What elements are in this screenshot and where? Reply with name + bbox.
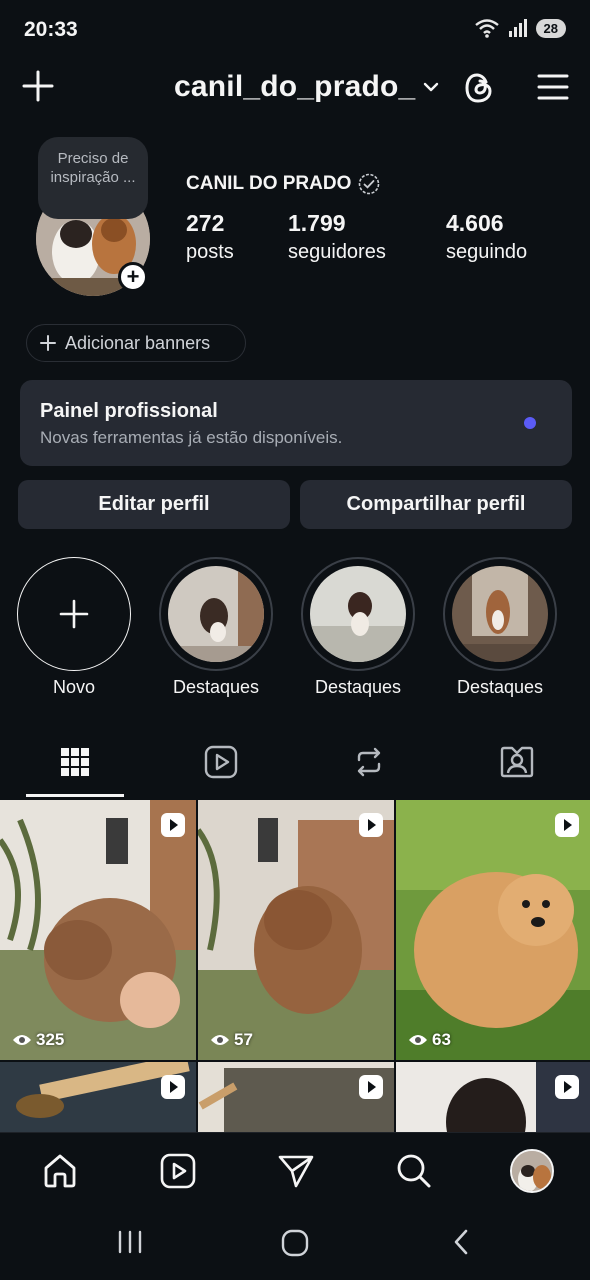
nav-reels[interactable] [156, 1149, 200, 1193]
tab-reposts[interactable] [320, 730, 418, 794]
highlight-thumbnail [168, 566, 264, 662]
eye-icon [13, 1035, 31, 1045]
view-count-text: 325 [36, 1030, 65, 1049]
profile-note-bubble[interactable]: Preciso de inspiração ... [38, 137, 148, 219]
signal-icon [508, 19, 527, 37]
grid-post[interactable]: 63 [396, 800, 590, 1060]
nav-direct[interactable] [274, 1149, 318, 1193]
tab-reels[interactable] [172, 730, 270, 794]
profile-display-name: CANIL DO PRADO [186, 172, 381, 196]
status-time: 20:33 [24, 18, 78, 41]
reel-badge-icon [161, 1075, 185, 1099]
highlight-ring[interactable] [159, 557, 273, 671]
stat-label: seguidores [288, 241, 386, 263]
highlight-thumbnail [452, 566, 548, 662]
eye-icon [211, 1035, 229, 1045]
highlight-ring[interactable] [301, 557, 415, 671]
grid-post[interactable] [0, 1062, 196, 1132]
view-count-text: 63 [432, 1030, 451, 1049]
new-highlight-circle[interactable] [17, 557, 131, 671]
highlight-label: Novo [52, 677, 96, 697]
stat-value: 1.799 [288, 210, 346, 236]
reel-badge-icon [555, 813, 579, 837]
view-count: 57 [210, 1030, 253, 1050]
profile-content-tabs [0, 730, 590, 798]
highlight-new[interactable]: Novo [16, 557, 132, 698]
repost-icon [357, 747, 381, 777]
stat-following[interactable]: 4.606 seguindo [446, 210, 527, 264]
grid-post[interactable]: 57 [198, 800, 394, 1060]
profile-header: canil_do_prado_ [0, 60, 590, 116]
posts-grid: 325 57 63 [0, 800, 590, 1132]
add-banners-label: Adicionar banners [65, 332, 211, 353]
verified-check-icon [359, 173, 380, 195]
highlight-item[interactable]: Destaques [158, 557, 274, 698]
view-count: 325 [12, 1030, 64, 1050]
stat-followers[interactable]: 1.799 seguidores [288, 210, 386, 264]
nav-profile[interactable] [510, 1149, 554, 1193]
system-navigation-bar [0, 1208, 590, 1280]
add-banners-button[interactable]: Adicionar banners [26, 324, 246, 362]
highlight-label: Destaques [314, 677, 402, 697]
profile-avatar-small [510, 1149, 554, 1193]
stat-value: 4.606 [446, 210, 504, 236]
highlight-item[interactable]: Destaques [300, 557, 416, 698]
grid-post[interactable]: 325 [0, 800, 196, 1060]
active-tab-indicator [26, 794, 124, 797]
view-count-text: 57 [234, 1030, 253, 1049]
menu-icon[interactable] [536, 70, 570, 104]
add-story-plus-icon[interactable]: + [118, 262, 148, 292]
highlight-ring[interactable] [443, 557, 557, 671]
grid-icon [61, 748, 89, 776]
edit-profile-button[interactable]: Editar perfil [18, 480, 290, 529]
notification-dot [524, 417, 536, 429]
reels-icon [160, 1153, 196, 1189]
status-bar: 20:33 28 [0, 0, 590, 60]
tab-tagged[interactable] [468, 730, 566, 794]
back-icon[interactable] [448, 1228, 476, 1256]
plus-icon [40, 335, 56, 351]
panel-subtitle: Novas ferramentas já estão disponíveis. [40, 428, 343, 447]
stat-label: posts [186, 241, 234, 263]
eye-icon [409, 1035, 427, 1045]
create-plus-icon[interactable] [20, 68, 56, 104]
grid-post[interactable] [396, 1062, 590, 1132]
battery-indicator: 28 [535, 18, 566, 38]
highlight-item[interactable]: Destaques [442, 557, 558, 698]
home-icon [44, 1154, 76, 1188]
recent-apps-icon[interactable] [116, 1228, 144, 1256]
nav-search[interactable] [392, 1149, 436, 1193]
stat-value: 272 [186, 210, 225, 236]
tab-posts-grid[interactable] [26, 730, 124, 794]
reel-badge-icon [161, 813, 185, 837]
status-icons: 28 [474, 18, 566, 38]
highlight-thumbnail [310, 566, 406, 662]
threads-icon[interactable] [462, 70, 496, 106]
bottom-navigation [0, 1132, 590, 1208]
plus-icon [59, 599, 89, 629]
reels-icon [204, 745, 238, 779]
highlight-label: Destaques [456, 677, 544, 697]
panel-title: Painel profissional [40, 400, 218, 422]
share-profile-button[interactable]: Compartilhar perfil [300, 480, 572, 529]
reel-badge-icon [555, 1075, 579, 1099]
display-name-text: CANIL DO PRADO [186, 173, 352, 194]
nav-home[interactable] [38, 1149, 82, 1193]
search-icon [397, 1154, 431, 1188]
reel-badge-icon [359, 813, 383, 837]
reel-badge-icon [359, 1075, 383, 1099]
send-icon [278, 1155, 314, 1188]
grid-post[interactable] [198, 1062, 394, 1132]
wifi-icon [474, 19, 499, 38]
stat-label: seguindo [446, 241, 528, 263]
account-username[interactable]: canil_do_prado_ [174, 70, 415, 104]
chevron-down-icon[interactable] [420, 76, 442, 98]
highlight-label: Destaques [172, 677, 260, 697]
stat-posts[interactable]: 272 posts [186, 210, 234, 264]
home-button-icon[interactable] [280, 1228, 310, 1258]
view-count: 63 [408, 1030, 451, 1050]
tagged-person-icon [500, 746, 534, 778]
professional-dashboard-card[interactable]: Painel profissional Novas ferramentas já… [20, 380, 572, 466]
